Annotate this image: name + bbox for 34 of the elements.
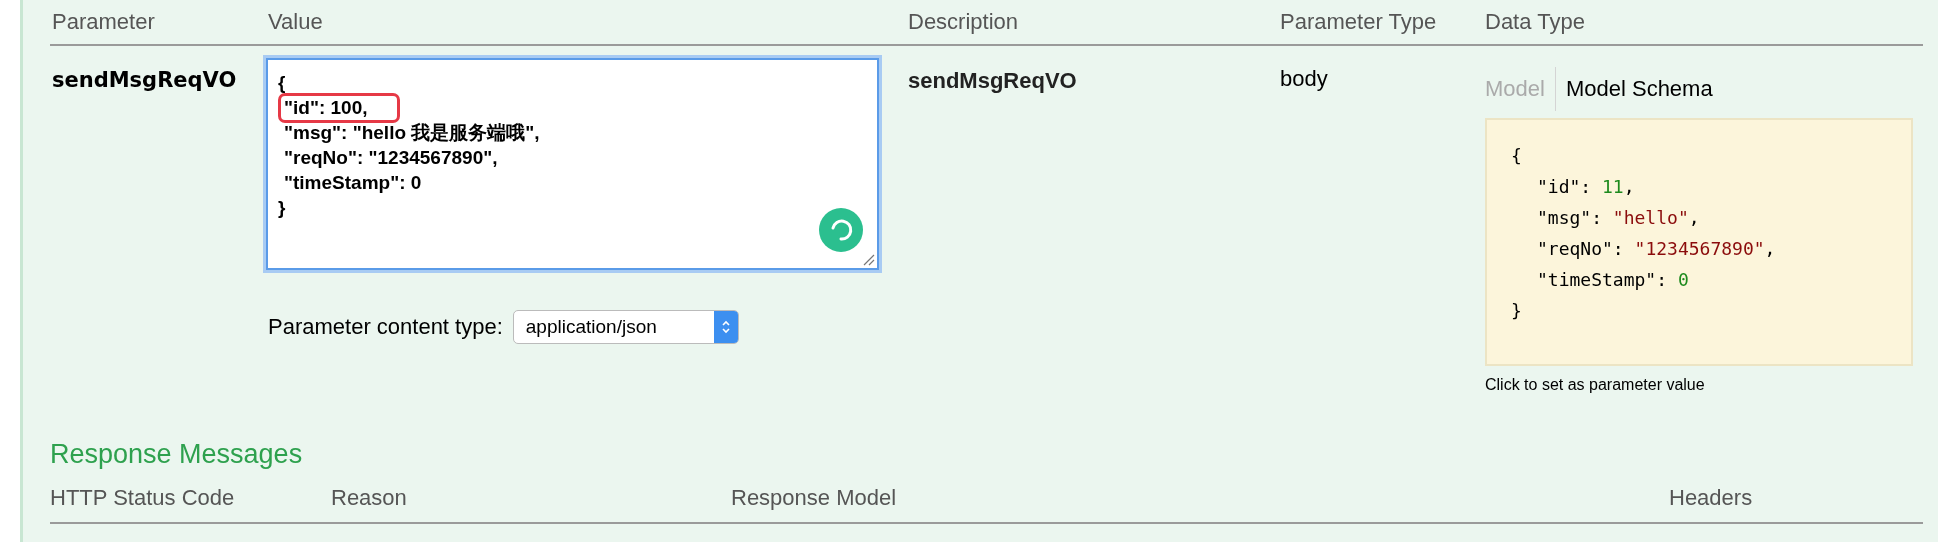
code-line: "msg": "hello 我是服务端哦", [283,121,541,145]
code-line: } [1511,299,1523,323]
code-line: "reqNo": "1234567890", [283,146,499,170]
column-header: Response Model [731,485,898,511]
code-line: "id": 11, [1536,175,1636,199]
json-editor[interactable]: { "id": 100, "msg": "hello 我是服务端哦", "reqNo": "1234567890", "timeStamp": 0 } [266,58,879,270]
column-header: Reason [331,485,408,511]
model-schema-box[interactable]: { "id": 11, "msg": "hello", "reqNo": "1234567890", "timeStamp": 0 } [1485,118,1913,366]
code-line: "timeStamp": 0 [283,171,423,195]
section-title: Response Messages [50,438,304,471]
column-header: Value [266,0,906,46]
code-line: { [1511,144,1523,168]
code-line: { [278,71,287,95]
column-header: HTTP Status Code [50,485,236,511]
column-header: Description [906,0,1278,46]
parameter-type: body [1279,65,1329,93]
hint-text: Click to set as parameter value [1485,376,1706,394]
spinner-icon [819,208,863,252]
parameter-description: sendMsgReqVO [907,67,1078,95]
resize-handle-icon[interactable] [863,254,875,266]
column-header: Parameter [50,0,266,46]
column-header: Data Type [1483,0,1923,46]
chevron-updown-icon[interactable] [713,311,738,343]
code-line: "msg": "hello", [1536,206,1701,230]
model-tab[interactable]: Model Schema [1565,76,1713,102]
code-line: "id": 100, [283,96,369,120]
column-header: Parameter Type [1278,0,1483,46]
content-type-select[interactable]: application/json [512,310,739,344]
column-header: Headers [1669,485,1753,511]
code-line: "timeStamp": 0 [1536,268,1690,292]
code-line: "reqNo": "1234567890", [1536,237,1777,261]
code-line: } [278,196,287,220]
parameter-name: sendMsgReqVO [51,67,238,94]
content-type-label: Parameter content type: [268,314,503,340]
